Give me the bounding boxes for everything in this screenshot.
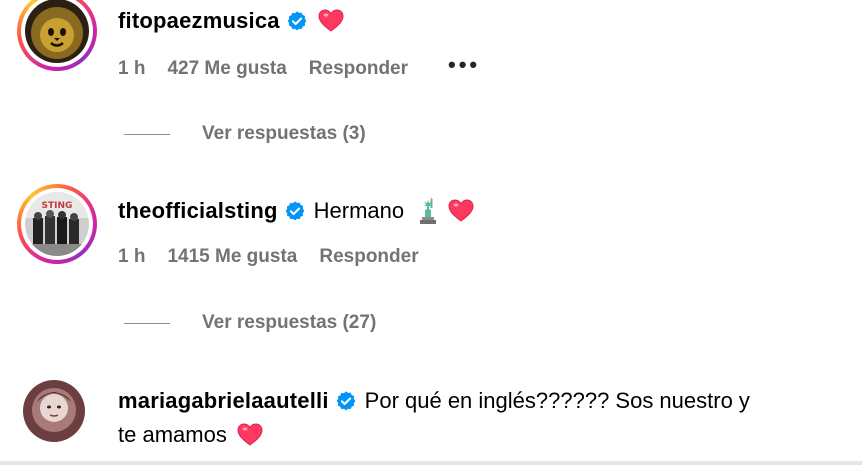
verified-badge-icon (287, 11, 307, 31)
comment-time: 1 h (118, 58, 146, 79)
svg-text:STING: STING (42, 201, 73, 211)
username-link[interactable]: mariagabrielaautelli (118, 386, 329, 416)
view-replies-button[interactable]: Ver respuestas (27) (124, 311, 376, 335)
view-replies-label: Ver respuestas (27) (202, 312, 377, 333)
heart-emoji-icon (318, 9, 344, 32)
more-options-icon[interactable]: ••• (448, 54, 480, 76)
username-link[interactable]: theofficialsting (118, 196, 278, 226)
avatar-image-lion (25, 0, 89, 63)
comment-meta: 1 h 427 Me gusta Responder ••• (118, 54, 502, 81)
comment-meta: 1 h 1415 Me gusta Responder (118, 245, 441, 269)
comment-fitopaezmusica: fitopaezmusica 1 h 427 Me gusta Responde… (0, 0, 862, 160)
username-link[interactable]: fitopaezmusica (118, 6, 280, 36)
heart-emoji-icon (448, 199, 474, 222)
view-replies-label: Ver respuestas (3) (202, 123, 366, 144)
avatar[interactable] (23, 380, 85, 442)
reply-button[interactable]: Responder (319, 246, 418, 268)
like-count[interactable]: 1415 Me gusta (167, 246, 297, 268)
verified-badge-icon (336, 391, 356, 411)
comment-header: mariagabrielaautelli Por qué en inglés??… (118, 386, 750, 416)
comment-text-line2: te amamos (118, 422, 227, 447)
replies-divider-line (124, 322, 170, 324)
statue-of-liberty-icon (420, 197, 437, 224)
avatar-image-portrait (23, 380, 85, 442)
avatar-image-band: STING (25, 192, 89, 256)
avatar[interactable]: STING (17, 184, 97, 264)
avatar[interactable] (17, 0, 97, 71)
heart-emoji-icon (237, 423, 263, 446)
comment-text: Por qué en inglés?????? Sos nuestro y (364, 388, 750, 413)
like-count[interactable]: 427 Me gusta (167, 58, 286, 80)
bottom-divider (0, 461, 862, 465)
comment-theofficialsting: STING theofficialsting Hermano 1 h 1415 … (0, 180, 862, 340)
replies-divider-line (124, 133, 170, 135)
view-replies-button[interactable]: Ver respuestas (3) (124, 122, 366, 146)
verified-badge-icon (285, 201, 305, 221)
reply-button[interactable]: Responder (309, 58, 408, 80)
comment-mariagabrielaautelli: mariagabrielaautelli Por qué en inglés??… (0, 370, 862, 461)
comment-text: Hermano (313, 198, 405, 223)
comment-header: theofficialsting Hermano (118, 196, 474, 226)
comment-time: 1 h (118, 246, 146, 267)
comment-text-continued: te amamos (118, 420, 263, 450)
comment-header: fitopaezmusica (118, 6, 344, 36)
